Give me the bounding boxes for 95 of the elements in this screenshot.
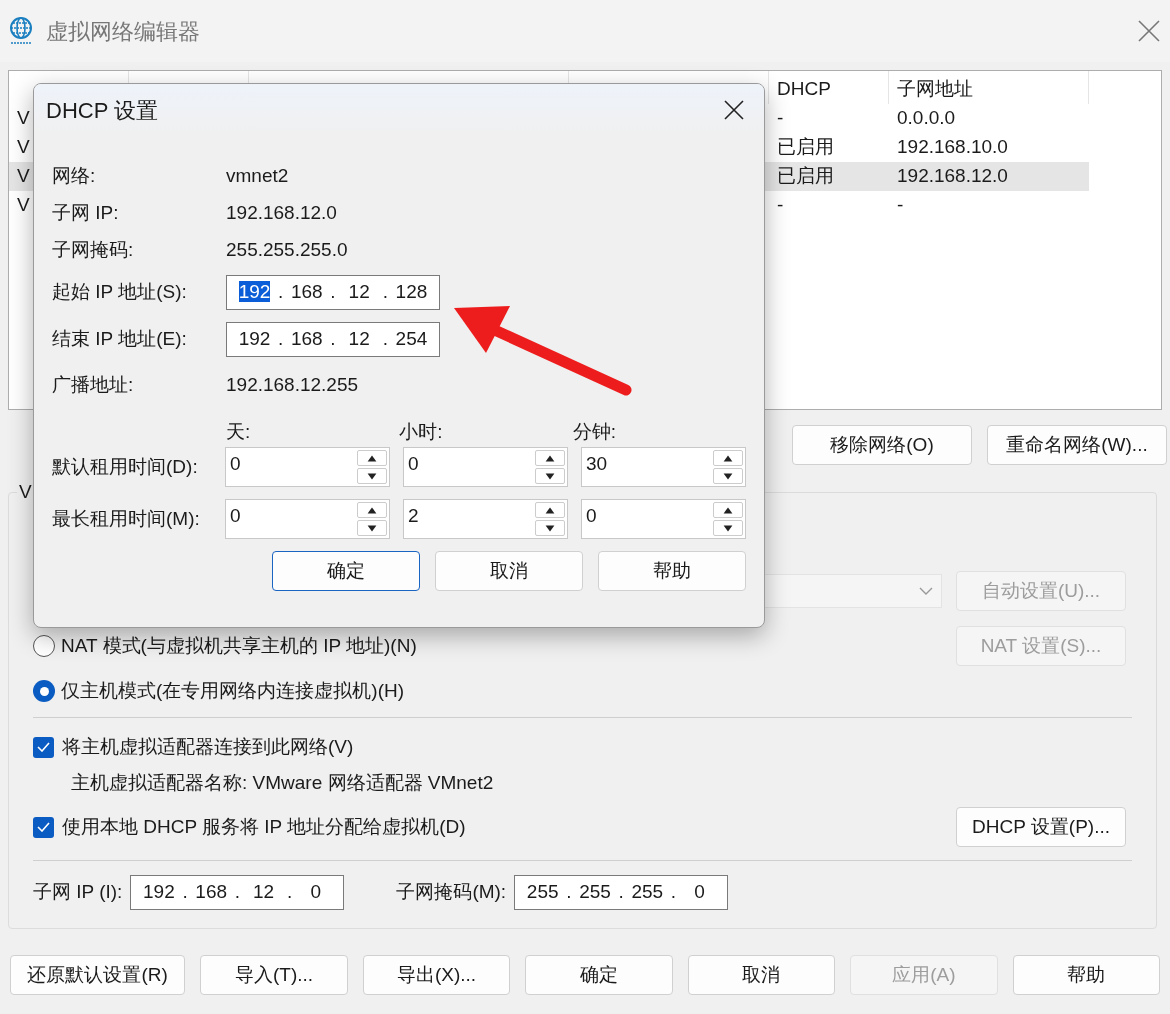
octet-separator: .: [617, 880, 625, 905]
globe-icon: [8, 16, 34, 46]
octet-separator: .: [381, 280, 389, 305]
octet-text: 255: [578, 880, 612, 905]
octet-text: 168: [289, 280, 324, 305]
octet-text: 128: [394, 280, 429, 305]
spin-box[interactable]: 0: [225, 447, 390, 487]
button[interactable]: 导出(X)...: [362, 955, 511, 995]
checkbox-label: 使用本地 DHCP 服务将 IP 地址分配给虚拟机(D): [62, 814, 466, 839]
table-cell-text: 192.168.12.0: [896, 164, 1009, 189]
field-label: 结束 IP 地址(E):: [52, 327, 188, 352]
column-header[interactable]: DHCP: [769, 71, 889, 104]
radio-label: NAT 模式(与虚拟机共享主机的 IP 地址)(N): [61, 633, 417, 658]
ip-address-field[interactable]: 192 . 168 . 12 . 0: [130, 875, 345, 910]
info-value: 192.168.12.255: [226, 372, 359, 397]
octet-text: 12: [251, 880, 276, 905]
table-cell-text: V: [17, 164, 31, 189]
button[interactable]: 重命名网络(W)...: [987, 425, 1167, 465]
spin-box[interactable]: 0: [403, 447, 568, 487]
column-label: 分钟:: [572, 419, 617, 444]
octet-text: 12: [347, 327, 371, 352]
spin-box[interactable]: 2: [403, 499, 568, 539]
info-label: 网络:: [52, 164, 97, 189]
octet-text: 192: [237, 327, 272, 352]
spin-box[interactable]: 0: [581, 499, 746, 539]
field-label: 默认租用时间(D):: [52, 454, 199, 479]
button[interactable]: 确定: [272, 551, 420, 591]
field-label: 子网 IP (I):: [33, 880, 123, 905]
button[interactable]: 还原默认设置(R): [10, 955, 186, 995]
octet-separator: .: [233, 880, 241, 905]
radio-button[interactable]: [33, 680, 55, 702]
column-label: 天:: [226, 419, 252, 444]
octet-separator: .: [565, 880, 573, 905]
octet-separator: .: [181, 880, 189, 905]
octet-text: 12: [347, 280, 371, 305]
octet-text: 255: [525, 880, 560, 905]
info-label: 广播地址:: [52, 372, 135, 397]
info-label: 子网掩码:: [52, 238, 135, 263]
radio-button[interactable]: [33, 635, 55, 657]
octet-separator: .: [277, 280, 285, 305]
octet-separator: .: [329, 327, 337, 352]
info-value: vmnet2: [226, 164, 289, 189]
spin-box[interactable]: 30: [581, 447, 746, 487]
column-label: 小时:: [399, 419, 444, 444]
table-cell-text: -: [776, 193, 785, 218]
table-cell-text: 0.0.0.0: [896, 106, 957, 131]
close-icon[interactable]: [724, 100, 744, 120]
button[interactable]: DHCP 设置(P)...: [956, 807, 1126, 847]
octet-text: 168: [289, 327, 324, 352]
info-value: 255.255.255.0: [226, 238, 348, 263]
table-cell-text: 已启用: [776, 164, 835, 189]
octet-separator: .: [381, 327, 389, 352]
table-cell-text: 已启用: [776, 135, 835, 160]
table-cell-text: -: [896, 193, 905, 218]
octet-text: 168: [194, 880, 229, 905]
info-label: 子网 IP:: [52, 201, 120, 226]
octet-separator: .: [669, 880, 678, 905]
window-title: 虚拟网络编辑器: [46, 17, 201, 46]
button[interactable]: 帮助: [598, 551, 746, 591]
button[interactable]: 帮助: [1012, 955, 1160, 995]
octet-separator: .: [286, 880, 294, 905]
adapter-name-text: 主机虚拟适配器名称: VMware 网络适配器 VMnet2: [71, 770, 494, 795]
table-cell-text: -: [776, 106, 785, 131]
octet-text: 0: [309, 880, 323, 905]
octet-text: 254: [394, 327, 429, 352]
ip-address-field[interactable]: 255 . 255 . 255 . 0: [514, 875, 729, 910]
checkmark-icon: [37, 822, 50, 832]
ip-address-field[interactable]: 192 . 168 . 12 . 254: [226, 322, 440, 357]
chevron-down-icon: [919, 587, 933, 595]
field-label: 最长租用时间(M):: [52, 506, 201, 531]
field-label: 子网掩码(M):: [396, 880, 507, 905]
dialog-title: DHCP 设置: [46, 96, 159, 125]
field-label: 起始 IP 地址(S):: [52, 280, 188, 305]
column-header[interactable]: 子网地址: [889, 71, 1089, 104]
checkmark-icon: [37, 742, 50, 752]
octet-text: 192: [237, 280, 272, 305]
radio-label: 仅主机模式(在专用网络内连接虚拟机)(H): [61, 678, 405, 703]
checkbox[interactable]: [33, 736, 54, 758]
button[interactable]: 取消: [687, 955, 836, 995]
table-cell-text: V: [17, 135, 31, 160]
button[interactable]: 取消: [435, 551, 583, 591]
checkbox-label: 将主机虚拟适配器连接到此网络(V): [62, 734, 354, 759]
octet-text: 255: [630, 880, 665, 905]
button[interactable]: 移除网络(O): [792, 425, 972, 465]
octet-text: 192: [142, 880, 176, 905]
table-cell-text: 192.168.10.0: [896, 135, 1009, 160]
octet-text: 0: [693, 880, 706, 905]
spin-box[interactable]: 0: [225, 499, 390, 539]
ip-address-field[interactable]: 192 . 168 . 12 . 128: [226, 275, 440, 310]
octet-separator: .: [277, 327, 285, 352]
octet-separator: .: [329, 280, 337, 305]
button[interactable]: 确定: [525, 955, 673, 995]
info-value: 192.168.12.0: [226, 201, 337, 226]
checkbox[interactable]: [33, 816, 54, 838]
button[interactable]: 导入(T)...: [200, 955, 348, 995]
